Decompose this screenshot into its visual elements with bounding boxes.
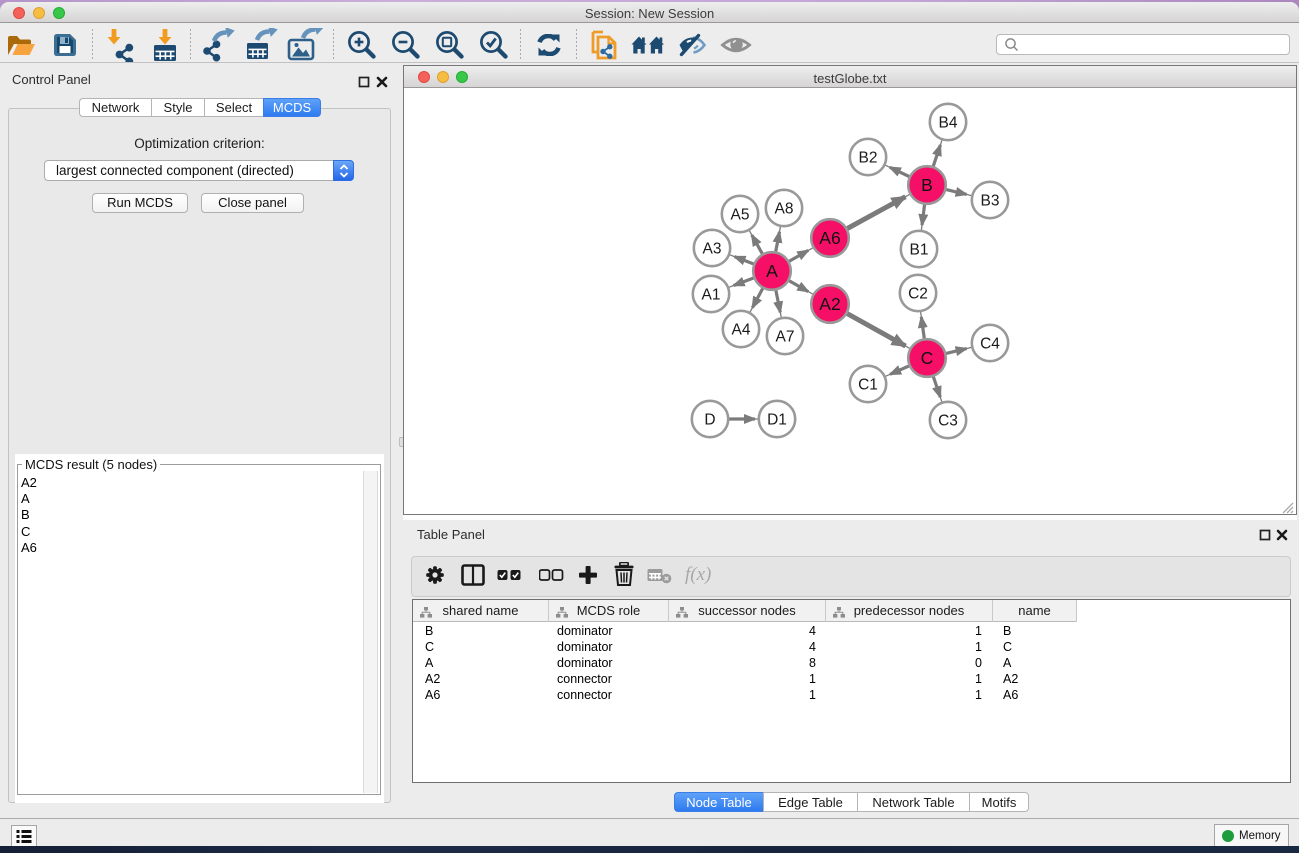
svg-text:A4: A4 [732, 322, 751, 339]
svg-text:B1: B1 [910, 242, 929, 259]
svg-text:B4: B4 [939, 115, 958, 132]
svg-text:A2: A2 [819, 294, 840, 314]
svg-text:C4: C4 [980, 336, 1000, 353]
svg-text:C: C [921, 348, 934, 368]
svg-text:A8: A8 [775, 201, 794, 218]
svg-text:A5: A5 [731, 207, 750, 224]
svg-text:A6: A6 [819, 228, 840, 248]
svg-text:A3: A3 [703, 241, 722, 258]
svg-text:C3: C3 [938, 413, 958, 430]
svg-text:A: A [766, 261, 778, 281]
svg-text:A7: A7 [776, 329, 795, 346]
svg-text:B3: B3 [981, 193, 1000, 210]
svg-text:C1: C1 [858, 377, 878, 394]
svg-text:B: B [921, 175, 933, 195]
svg-text:D1: D1 [767, 412, 787, 429]
svg-text:A1: A1 [702, 287, 721, 304]
svg-text:D: D [704, 412, 715, 429]
svg-text:B2: B2 [859, 150, 878, 167]
svg-text:C2: C2 [908, 286, 928, 303]
